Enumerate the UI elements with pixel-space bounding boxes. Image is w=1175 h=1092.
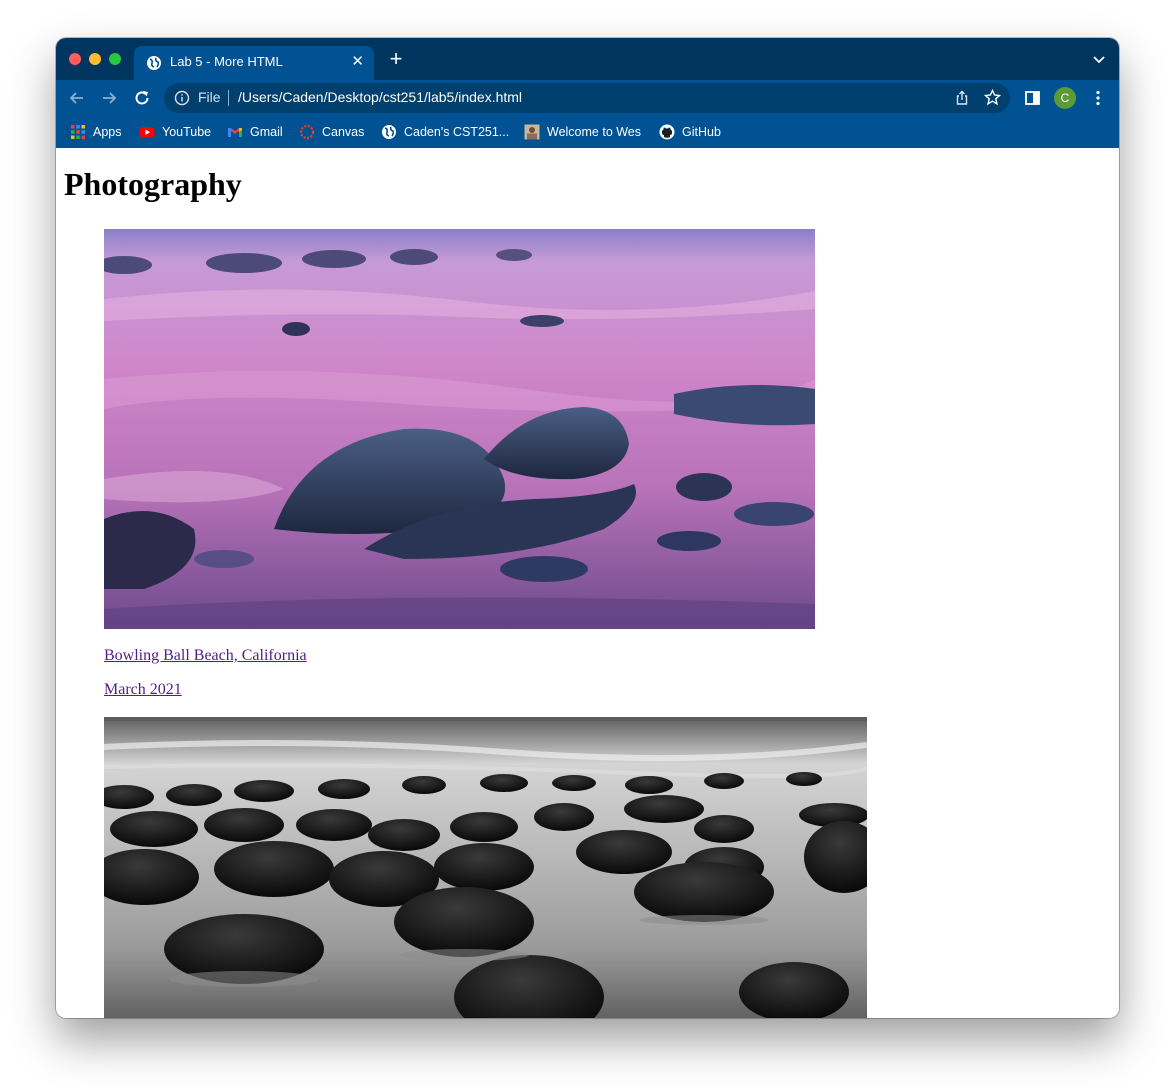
bookmark-label: Welcome to Wes	[547, 125, 642, 139]
bookmark-label: YouTube	[162, 125, 212, 139]
browser-window: Lab 5 - More HTML ✕ + File /Users/Caden/…	[56, 38, 1119, 1018]
address-divider	[228, 90, 229, 106]
window-minimize-button[interactable]	[89, 53, 101, 65]
active-tab[interactable]: Lab 5 - More HTML ✕	[134, 46, 374, 80]
toolbar: File /Users/Caden/Desktop/cst251/lab5/in…	[56, 80, 1119, 116]
share-icon[interactable]	[954, 90, 970, 106]
photo-date-link[interactable]: March 2021	[104, 681, 182, 699]
page-viewport: Photography Bowling Ball Beach, Californ…	[56, 148, 1119, 1018]
bookmark-welcome-to-wes[interactable]: Welcome to Wes	[524, 122, 641, 142]
info-icon[interactable]	[174, 90, 190, 106]
bookmark-gmail[interactable]: Gmail	[227, 122, 283, 142]
side-panel-icon[interactable]	[1025, 91, 1040, 105]
new-tab-button[interactable]: +	[386, 48, 406, 70]
address-bar[interactable]: File /Users/Caden/Desktop/cst251/lab5/in…	[164, 83, 1010, 113]
reload-icon[interactable]	[132, 88, 152, 108]
tab-title: Lab 5 - More HTML	[170, 54, 283, 69]
tab-strip: Lab 5 - More HTML ✕ +	[56, 38, 1119, 80]
github-icon	[659, 124, 675, 140]
window-maximize-button[interactable]	[109, 53, 121, 65]
page-title: Photography	[64, 166, 242, 202]
bookmark-canvas[interactable]: Canvas	[299, 122, 364, 142]
globe-icon	[147, 56, 161, 70]
globe-icon	[382, 125, 396, 139]
bookmark-apps[interactable]: Apps	[70, 122, 122, 142]
window-close-button[interactable]	[69, 53, 81, 65]
bookmark-label: Gmail	[250, 125, 283, 139]
bookmarks-bar: Apps YouTube Gmail Canvas Caden's CST251…	[56, 116, 1119, 148]
address-url[interactable]: /Users/Caden/Desktop/cst251/lab5/index.h…	[238, 89, 522, 105]
bookmark-label: Canvas	[322, 125, 365, 139]
bookmark-label: Caden's CST251...	[404, 125, 510, 139]
more-menu-icon[interactable]	[1092, 90, 1104, 106]
coastal-rocks-photo	[104, 229, 815, 629]
bookmark-cst251[interactable]: Caden's CST251...	[381, 122, 509, 142]
tab-search-chevron-icon[interactable]	[1091, 51, 1107, 67]
apps-grid-icon	[71, 125, 85, 139]
back-arrow-icon[interactable]	[67, 88, 87, 108]
youtube-icon	[139, 127, 155, 138]
photo-caption-link[interactable]: Bowling Ball Beach, California	[104, 647, 307, 665]
bookmark-github[interactable]: GitHub	[659, 122, 721, 142]
forward-arrow-icon[interactable]	[99, 88, 119, 108]
canvas-icon	[299, 124, 315, 140]
bookmark-label: Apps	[93, 125, 122, 139]
address-scheme: File	[198, 89, 221, 105]
bookmark-label: GitHub	[682, 125, 721, 139]
gmail-icon	[228, 128, 242, 137]
favicon-image-icon	[524, 124, 540, 140]
bookmark-star-icon[interactable]	[984, 89, 1001, 106]
bookmark-youtube[interactable]: YouTube	[139, 122, 211, 142]
profile-avatar[interactable]: C	[1054, 87, 1076, 109]
tab-close-icon[interactable]: ✕	[351, 52, 364, 70]
bowling-ball-beach-bw-photo	[104, 717, 867, 1018]
